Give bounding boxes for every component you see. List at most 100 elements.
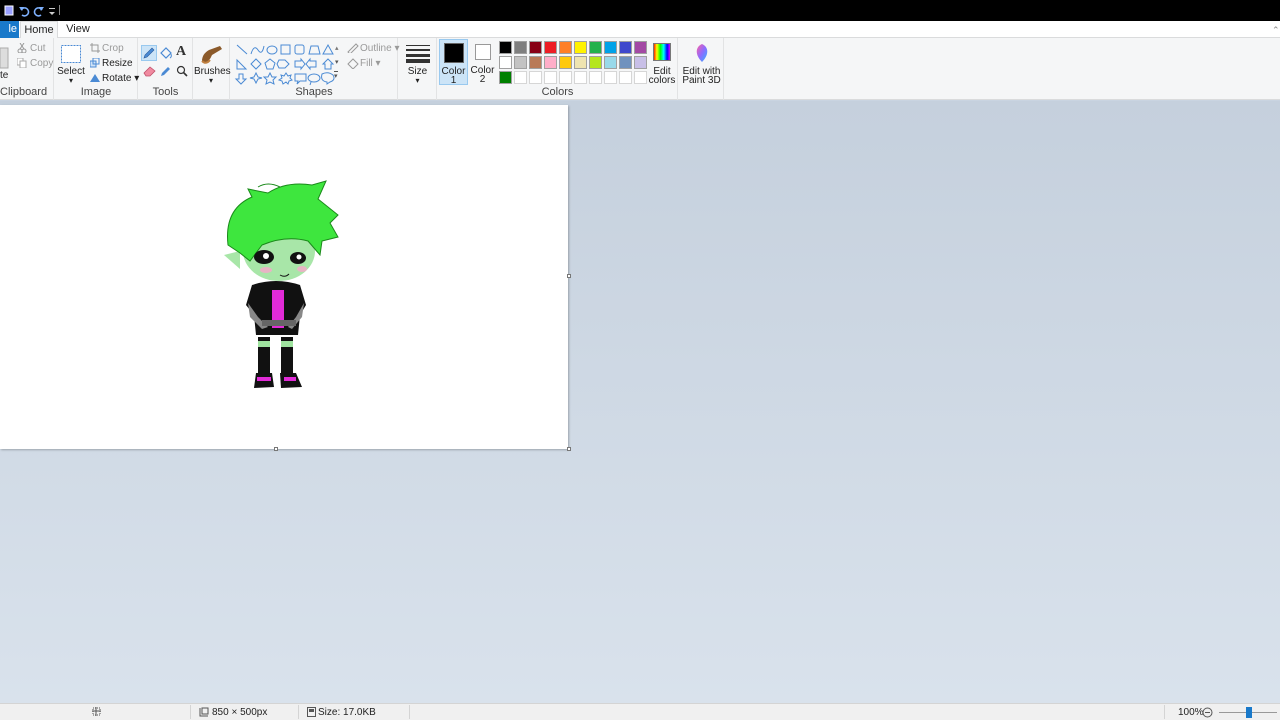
tools-group: A Tools bbox=[139, 38, 193, 100]
palette-color-swatch[interactable] bbox=[514, 56, 527, 69]
title-bar bbox=[0, 0, 1280, 21]
clipboard-group-label: Clipboard bbox=[0, 86, 48, 98]
paint3d-icon bbox=[693, 43, 711, 66]
resize-icon[interactable] bbox=[89, 57, 100, 71]
character-drawing bbox=[224, 180, 339, 388]
paint-app-icon bbox=[4, 5, 14, 17]
cut-button[interactable]: Cut bbox=[30, 43, 46, 54]
cut-icon[interactable] bbox=[17, 42, 27, 56]
eraser-icon[interactable] bbox=[143, 65, 157, 80]
quick-access-divider bbox=[59, 5, 60, 15]
shapes-scroll-down-icon[interactable]: ▾ bbox=[335, 58, 339, 66]
edit-colors-button[interactable]: Edit colors bbox=[646, 67, 678, 86]
tab-view[interactable]: View bbox=[62, 21, 94, 38]
select-icon[interactable] bbox=[61, 45, 81, 66]
rotate-icon[interactable] bbox=[89, 73, 101, 86]
colors-group-label: Colors bbox=[541, 86, 574, 98]
palette-custom-slot[interactable] bbox=[604, 71, 617, 84]
palette-color-swatch[interactable] bbox=[574, 56, 587, 69]
brushes-button[interactable]: Brushes ▾ bbox=[194, 67, 231, 86]
size-button[interactable]: Size ▾ bbox=[399, 67, 436, 86]
paste-button[interactable]: te bbox=[0, 71, 12, 81]
palette-color-swatch[interactable] bbox=[574, 41, 587, 54]
cursor-position-icon bbox=[91, 707, 102, 720]
outline-icon[interactable] bbox=[347, 43, 359, 56]
select-button[interactable]: Select ▾ bbox=[57, 67, 85, 86]
canvas-resize-handle-corner[interactable] bbox=[567, 447, 571, 451]
palette-color-swatch[interactable] bbox=[499, 41, 512, 54]
zoom-out-icon[interactable] bbox=[1202, 707, 1213, 720]
color2-button[interactable]: Color 2 bbox=[468, 39, 497, 85]
image-group: Select ▾ Crop Resize Rotate ▾ Image bbox=[55, 38, 139, 100]
brushes-group[interactable]: Brushes ▾ bbox=[194, 38, 231, 100]
palette-color-swatch[interactable] bbox=[589, 56, 602, 69]
edit-with-paint3d-button[interactable]: Edit with Paint 3D bbox=[679, 67, 724, 86]
paste-icon[interactable] bbox=[0, 46, 10, 73]
canvas-resize-handle-bottom[interactable] bbox=[274, 447, 278, 451]
palette-color-swatch[interactable] bbox=[604, 41, 617, 54]
zoom-level: 100% bbox=[1178, 707, 1204, 718]
color-picker-icon[interactable] bbox=[160, 65, 172, 80]
file-size-icon bbox=[307, 707, 316, 720]
undo-icon[interactable] bbox=[18, 5, 30, 17]
zoom-slider-thumb[interactable] bbox=[1246, 707, 1252, 718]
palette-color-swatch[interactable] bbox=[529, 56, 542, 69]
color1-button[interactable]: Color 1 bbox=[439, 39, 468, 86]
palette-custom-slot[interactable] bbox=[589, 71, 602, 84]
tools-group-label: Tools bbox=[152, 86, 179, 98]
palette-color-swatch[interactable] bbox=[499, 56, 512, 69]
palette-color-swatch[interactable] bbox=[619, 41, 632, 54]
fill-button[interactable]: Fill ▾ bbox=[360, 58, 381, 69]
palette-color-swatch[interactable] bbox=[544, 56, 557, 69]
customize-quick-access-icon[interactable] bbox=[48, 5, 56, 17]
palette-custom-slot[interactable] bbox=[514, 71, 527, 84]
palette-color-swatch[interactable] bbox=[559, 41, 572, 54]
crop-button[interactable]: Crop bbox=[102, 43, 124, 54]
palette-custom-slot[interactable] bbox=[574, 71, 587, 84]
palette-color-swatch[interactable] bbox=[499, 71, 512, 84]
palette-custom-slot[interactable] bbox=[529, 71, 542, 84]
shapes-expand-icon[interactable]: ▾ bbox=[334, 71, 338, 80]
outline-button[interactable]: Outline ▾ bbox=[360, 43, 400, 54]
copy-icon[interactable] bbox=[16, 57, 27, 71]
status-divider bbox=[409, 705, 410, 719]
ribbon-tabs: le Home View bbox=[0, 21, 1280, 39]
copy-button[interactable]: Copy bbox=[30, 58, 53, 69]
size-group[interactable]: Size ▾ bbox=[399, 38, 437, 100]
shapes-scroll-up-icon[interactable]: ▴ bbox=[335, 44, 339, 52]
color2-swatch bbox=[474, 44, 491, 60]
palette-custom-slot[interactable] bbox=[619, 71, 632, 84]
crop-icon[interactable] bbox=[90, 43, 100, 56]
fill-bucket-icon[interactable] bbox=[159, 46, 173, 63]
rotate-button[interactable]: Rotate ▾ bbox=[102, 73, 139, 84]
tab-home[interactable]: Home bbox=[20, 21, 58, 39]
ribbon-collapse-icon[interactable]: ⌃ bbox=[1272, 25, 1280, 36]
size-lines-icon bbox=[406, 45, 430, 66]
canvas-size-icon bbox=[199, 707, 209, 720]
palette-color-swatch[interactable] bbox=[619, 56, 632, 69]
drawing-canvas[interactable] bbox=[0, 105, 568, 449]
magnifier-icon[interactable] bbox=[176, 65, 188, 80]
pencil-tool[interactable] bbox=[141, 45, 157, 61]
palette-color-swatch[interactable] bbox=[634, 41, 647, 54]
workspace bbox=[0, 101, 1280, 703]
palette-color-swatch[interactable] bbox=[544, 41, 557, 54]
palette-custom-slot[interactable] bbox=[544, 71, 557, 84]
palette-color-swatch[interactable] bbox=[529, 41, 542, 54]
edit-colors-icon[interactable] bbox=[653, 43, 671, 64]
redo-icon[interactable] bbox=[33, 5, 45, 17]
paint3d-group[interactable]: Edit with Paint 3D bbox=[679, 38, 724, 100]
palette-color-swatch[interactable] bbox=[514, 41, 527, 54]
shapes-gallery[interactable] bbox=[234, 42, 338, 88]
palette-color-swatch[interactable] bbox=[559, 56, 572, 69]
file-size: Size: 17.0KB bbox=[318, 707, 376, 718]
palette-color-swatch[interactable] bbox=[589, 41, 602, 54]
text-tool-icon[interactable]: A bbox=[176, 44, 186, 60]
canvas-resize-handle-right[interactable] bbox=[567, 274, 571, 278]
resize-button[interactable]: Resize bbox=[102, 58, 133, 69]
fill-icon[interactable] bbox=[347, 58, 359, 72]
tab-file[interactable]: le bbox=[0, 21, 19, 38]
palette-custom-slot[interactable] bbox=[559, 71, 572, 84]
color1-swatch bbox=[443, 43, 464, 63]
palette-color-swatch[interactable] bbox=[604, 56, 617, 69]
